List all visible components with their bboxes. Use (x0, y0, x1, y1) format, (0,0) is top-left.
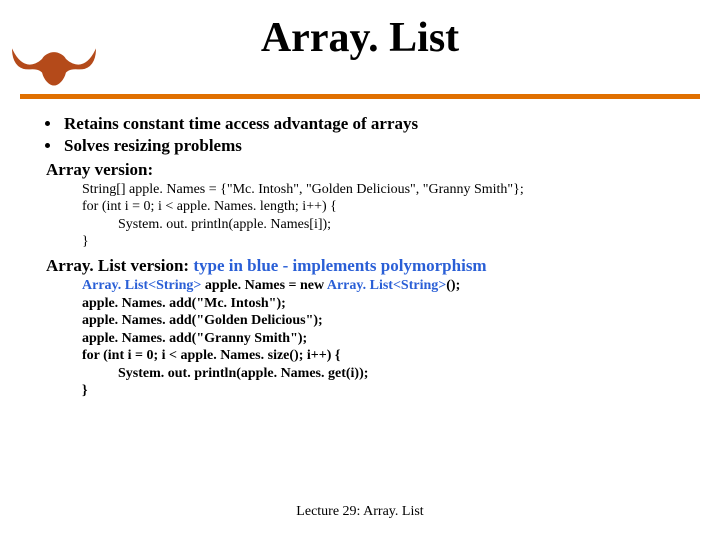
code-line: apple. Names. add("Golden Delicious"); (82, 312, 700, 330)
arraylist-label-suffix: type in blue - implements polymorphism (189, 256, 487, 275)
array-code-block: String[] apple. Names = {"Mc. Intosh", "… (82, 181, 700, 251)
code-line: } (82, 382, 700, 400)
bullet-item: Retains constant time access advantage o… (62, 113, 700, 134)
code-line: Array. List<String> apple. Names = new A… (82, 277, 700, 295)
array-version-heading: Array version: (46, 159, 700, 180)
code-line: System. out. println(apple. Names[i]); (82, 216, 700, 234)
arraylist-code-block: Array. List<String> apple. Names = new A… (82, 277, 700, 400)
arraylist-label-prefix: Array. List version: (46, 256, 189, 275)
slide-footer: Lecture 29: Array. List (0, 504, 720, 520)
bullet-item: Solves resizing problems (62, 135, 700, 156)
code-line: } (82, 233, 700, 251)
code-line: for (int i = 0; i < apple. Names. size()… (82, 347, 700, 365)
code-line: String[] apple. Names = {"Mc. Intosh", "… (82, 181, 700, 199)
code-line: for (int i = 0; i < apple. Names. length… (82, 198, 700, 216)
slide-body: Retains constant time access advantage o… (20, 113, 700, 400)
code-line: apple. Names. add("Mc. Intosh"); (82, 295, 700, 313)
code-line: apple. Names. add("Granny Smith"); (82, 330, 700, 348)
longhorn-logo (10, 36, 98, 92)
arraylist-version-heading: Array. List version: type in blue - impl… (46, 255, 700, 276)
divider (20, 94, 700, 99)
slide-title: Array. List (20, 8, 700, 62)
code-line: System. out. println(apple. Names. get(i… (82, 365, 700, 383)
